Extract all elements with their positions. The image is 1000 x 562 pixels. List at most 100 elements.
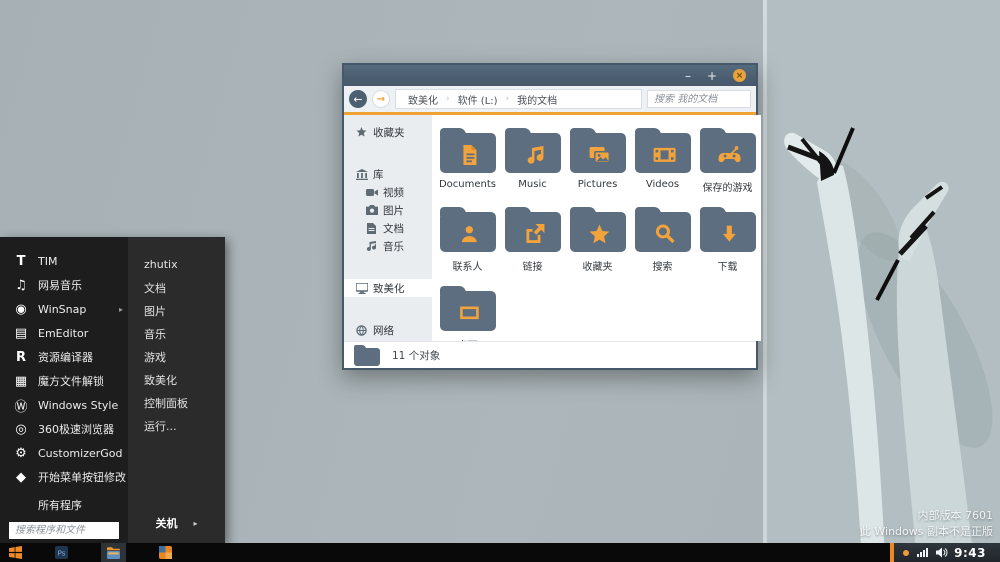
folder-tile-documents[interactable]: Documents bbox=[435, 127, 500, 194]
maximize-button[interactable]: + bbox=[707, 70, 717, 82]
start-right-item-pictures[interactable]: 图片 bbox=[128, 299, 225, 322]
start-item-label: 资源编译器 bbox=[38, 349, 93, 365]
start-menu-left-column: T TIM ♫ 网易音乐 ◉ WinSnap ▸ ▤ EmEditor R 资源… bbox=[0, 237, 128, 543]
start-item-label: EmEditor bbox=[38, 327, 88, 340]
folder-icon bbox=[505, 133, 561, 173]
folder-tile-searches[interactable]: 搜索 bbox=[630, 206, 695, 273]
folder-label: Pictures bbox=[578, 179, 618, 190]
sidebar-item-network[interactable]: 网络 bbox=[344, 321, 432, 339]
network-signal-icon[interactable] bbox=[917, 548, 928, 557]
start-item-label: CustomizerGod bbox=[38, 447, 123, 460]
folder-tile-saved-games[interactable]: 保存的游戏 bbox=[695, 127, 760, 194]
sidebar-item-videos[interactable]: 视频 bbox=[344, 183, 432, 201]
breadcrumb-item[interactable]: 致美化 bbox=[408, 92, 438, 107]
sidebar-item-favorites[interactable]: 收藏夹 bbox=[344, 123, 432, 141]
folder-icon bbox=[440, 133, 496, 173]
folder-icon bbox=[700, 212, 756, 252]
start-item-360-browser[interactable]: ◎ 360极速浏览器 bbox=[0, 417, 128, 441]
titlebar[interactable]: – + × bbox=[344, 65, 756, 86]
explorer-sidebar: 收藏夹 库 视频 bbox=[344, 115, 432, 341]
folder-icon bbox=[570, 133, 626, 173]
search-input[interactable] bbox=[647, 90, 751, 108]
start-search-input[interactable] bbox=[9, 522, 119, 539]
chevron-right-icon: › bbox=[446, 94, 450, 104]
hidden-icons-button[interactable] bbox=[903, 550, 909, 556]
start-item-cube-unlock[interactable]: ▦ 魔方文件解锁 bbox=[0, 369, 128, 393]
start-right-item-control-panel[interactable]: 控制面板 bbox=[128, 391, 225, 414]
breadcrumb-item[interactable]: 软件 (L:) bbox=[458, 92, 498, 107]
sidebar-item-label: 网络 bbox=[373, 323, 394, 338]
shutdown-label: 关机 bbox=[155, 515, 177, 531]
shutdown-button[interactable]: 关机 ▸ bbox=[128, 512, 225, 534]
start-item-startbutton-mod[interactable]: ◆ 开始菜单按钮修改 bbox=[0, 465, 128, 489]
forward-button[interactable]: → bbox=[372, 90, 390, 108]
start-item-tim[interactable]: T TIM bbox=[0, 249, 128, 273]
sidebar-item-libraries[interactable]: 库 bbox=[344, 165, 432, 183]
sidebar-item-label: 文档 bbox=[383, 221, 404, 236]
taskbar-item-explorer[interactable] bbox=[101, 543, 126, 562]
computer-icon bbox=[355, 282, 368, 294]
start-item-netease-music[interactable]: ♫ 网易音乐 bbox=[0, 273, 128, 297]
music-note-icon: ♫ bbox=[13, 278, 29, 293]
start-item-resource-compiler[interactable]: R 资源编译器 bbox=[0, 345, 128, 369]
start-right-item-games[interactable]: 游戏 bbox=[128, 345, 225, 368]
breadcrumb-item[interactable]: 我的文档 bbox=[517, 92, 557, 107]
folder-tile-videos[interactable]: Videos bbox=[630, 127, 695, 194]
cube-grid-icon: ▦ bbox=[13, 374, 29, 389]
back-button[interactable]: ← bbox=[349, 90, 367, 108]
start-right-item-zhutix[interactable]: zhutix bbox=[128, 253, 225, 276]
start-item-windows-style[interactable]: Ⓦ Windows Style bbox=[0, 393, 128, 417]
gamepad-icon bbox=[716, 143, 742, 167]
folder-icon bbox=[700, 133, 756, 173]
sidebar-item-label: 收藏夹 bbox=[373, 125, 405, 140]
folder-label: 下载 bbox=[718, 258, 738, 273]
windows-circle-icon: Ⓦ bbox=[13, 396, 29, 415]
sidebar-item-computer[interactable]: 致美化 bbox=[344, 279, 432, 297]
breadcrumb[interactable]: 致美化 › 软件 (L:) › 我的文档 bbox=[395, 89, 642, 109]
start-item-customizergod[interactable]: ⚙ CustomizerGod bbox=[0, 441, 128, 465]
download-arrow-icon bbox=[718, 223, 740, 245]
taskbar-item-app[interactable] bbox=[153, 543, 178, 562]
folder-tile-music[interactable]: Music bbox=[500, 127, 565, 194]
folder-icon bbox=[354, 348, 380, 366]
watermark-line: 内部版本 7601 bbox=[860, 508, 993, 523]
document-icon bbox=[457, 143, 481, 167]
start-button[interactable] bbox=[9, 546, 22, 559]
windows-activation-watermark: 内部版本 7601 此 Windows 副本不是正版 bbox=[860, 508, 993, 539]
speaker-icon[interactable] bbox=[936, 547, 948, 558]
windows-logo-icon bbox=[9, 546, 22, 559]
start-menu-right-column: zhutix 文档 图片 音乐 游戏 致美化 控制面板 运行... 关机 ▸ bbox=[128, 237, 225, 543]
sidebar-item-documents[interactable]: 文档 bbox=[344, 219, 432, 237]
taskbar-clock[interactable]: 9:43 bbox=[954, 546, 986, 560]
watermark-line: 此 Windows 副本不是正版 bbox=[860, 524, 993, 539]
taskbar-item-photoshop[interactable]: Ps bbox=[49, 543, 74, 562]
tray-accent-stripe bbox=[890, 543, 894, 562]
folder-tile-pictures[interactable]: Pictures bbox=[565, 127, 630, 194]
folder-label: Videos bbox=[646, 179, 679, 190]
minimize-button[interactable]: – bbox=[685, 70, 691, 82]
start-menu: T TIM ♫ 网易音乐 ◉ WinSnap ▸ ▤ EmEditor R 资源… bbox=[0, 237, 225, 543]
folder-label: 搜索 bbox=[653, 258, 673, 273]
folder-tile-contacts[interactable]: 联系人 bbox=[435, 206, 500, 273]
start-item-emeditor[interactable]: ▤ EmEditor bbox=[0, 321, 128, 345]
folder-tile-favorites[interactable]: 收藏夹 bbox=[565, 206, 630, 273]
folder-tile-downloads[interactable]: 下载 bbox=[695, 206, 760, 273]
start-right-item-computer[interactable]: 致美化 bbox=[128, 368, 225, 391]
sidebar-item-music[interactable]: 音乐 bbox=[344, 237, 432, 255]
app-icon bbox=[159, 546, 172, 559]
video-icon bbox=[365, 186, 378, 198]
system-tray: 9:43 bbox=[890, 543, 1000, 562]
all-programs-button[interactable]: 所有程序 bbox=[0, 493, 128, 517]
start-right-item-music[interactable]: 音乐 bbox=[128, 322, 225, 345]
library-icon bbox=[355, 168, 368, 180]
folder-tile-links[interactable]: 链接 bbox=[500, 206, 565, 273]
start-right-item-documents[interactable]: 文档 bbox=[128, 276, 225, 299]
music-icon bbox=[365, 240, 378, 252]
gear-icon: ⚙ bbox=[13, 446, 29, 461]
start-item-winsnap[interactable]: ◉ WinSnap ▸ bbox=[0, 297, 128, 321]
start-item-label: 网易音乐 bbox=[38, 277, 82, 293]
sidebar-item-pictures[interactable]: 图片 bbox=[344, 201, 432, 219]
close-button[interactable]: × bbox=[733, 69, 746, 82]
start-right-item-run[interactable]: 运行... bbox=[128, 414, 225, 437]
status-bar: 11 个对象 bbox=[344, 341, 756, 368]
